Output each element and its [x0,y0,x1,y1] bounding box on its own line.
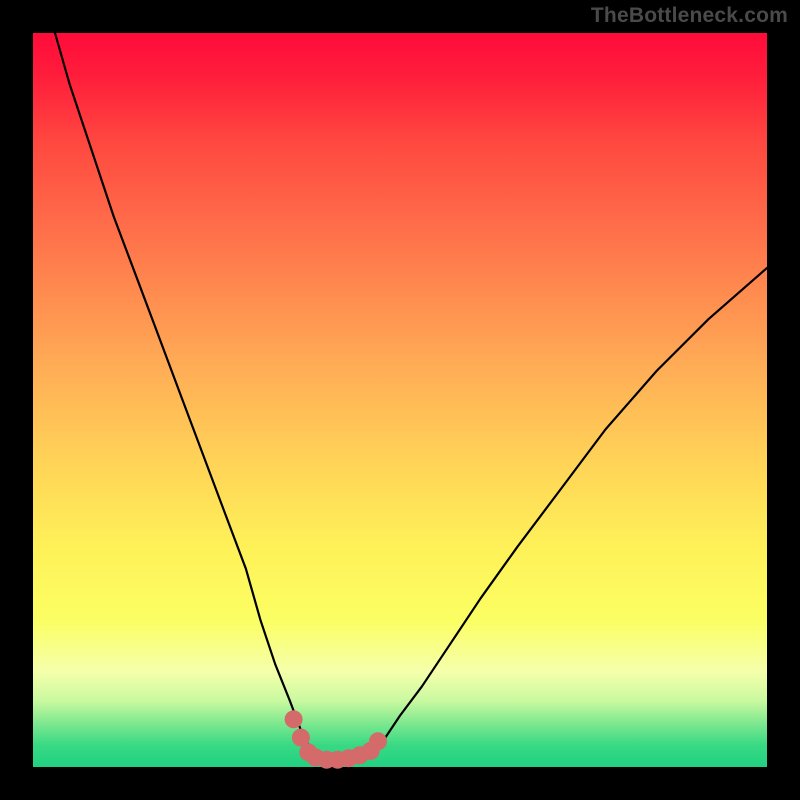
watermark-label: TheBottleneck.com [591,4,788,28]
bottleneck-curve [55,33,767,763]
bottleneck-curve-path [55,33,767,763]
chart-frame: TheBottleneck.com [0,0,800,800]
chart-svg [33,33,767,767]
optimal-zone-markers [285,710,387,768]
optimal-marker-dot [369,732,387,750]
optimal-marker-dot [285,710,303,728]
plot-area [33,33,767,767]
